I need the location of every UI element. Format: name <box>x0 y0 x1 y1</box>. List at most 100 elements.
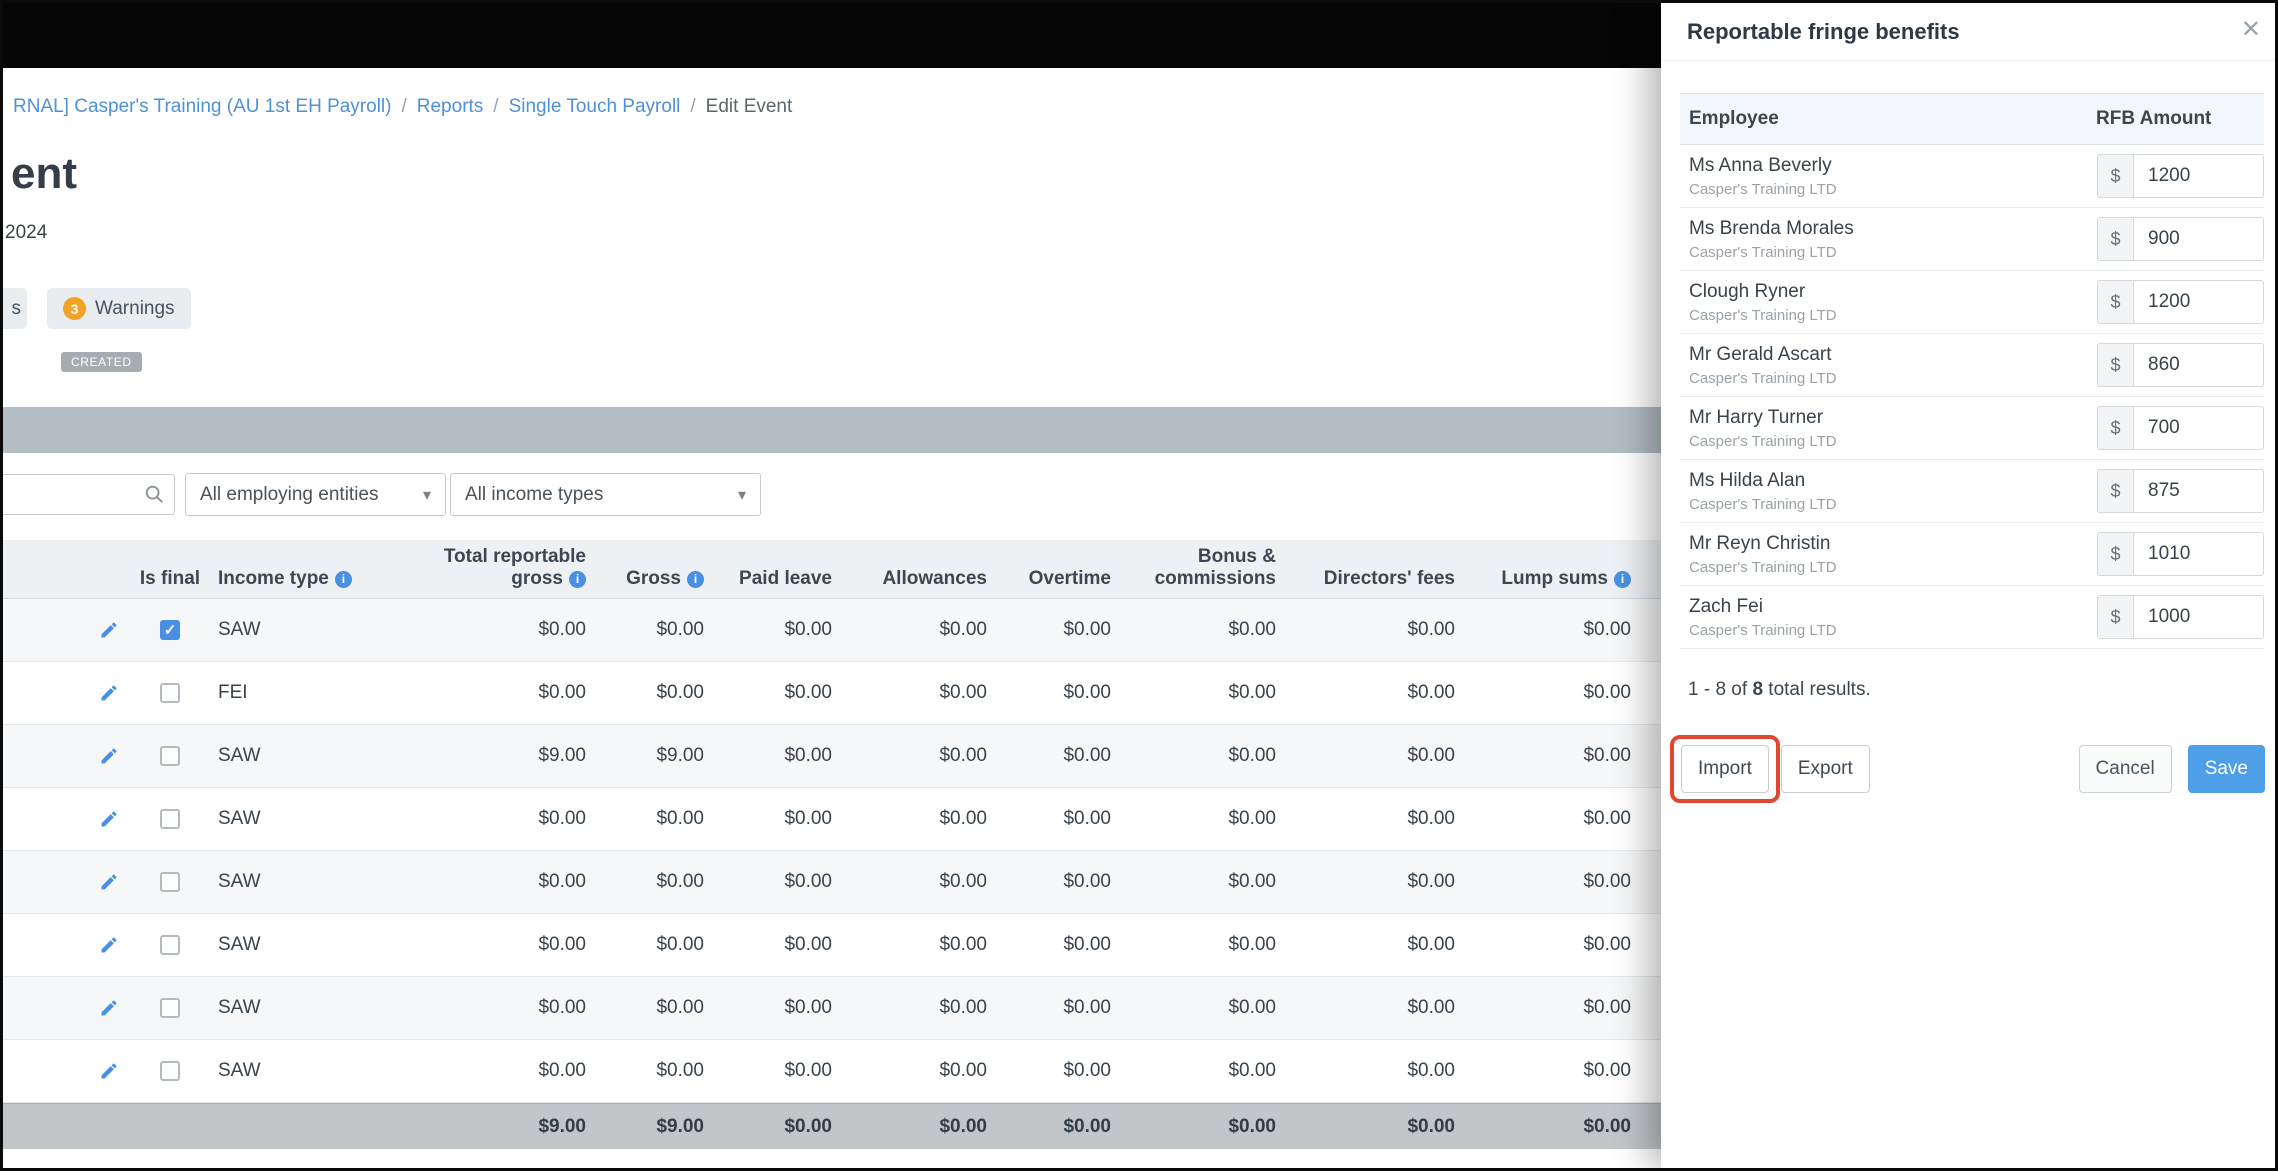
edit-row-button[interactable] <box>95 742 123 770</box>
export-button[interactable]: Export <box>1780 745 1870 793</box>
modal-header: Reportable fringe benefits ✕ <box>1661 3 2275 61</box>
income-type-cell: SAW <box>218 619 261 640</box>
rfb-amount-input[interactable] <box>2133 406 2264 450</box>
rfb-row: Ms Brenda Morales Casper's Training LTD … <box>1680 208 2264 271</box>
income-type-filter-select[interactable]: All income types ▾ <box>450 473 761 516</box>
is-final-checkbox[interactable] <box>160 998 180 1018</box>
pencil-icon <box>101 622 117 638</box>
income-type-cell: SAW <box>218 871 261 892</box>
close-button[interactable]: ✕ <box>2241 15 2261 44</box>
rfb-amount-input[interactable] <box>2133 343 2264 387</box>
rfb-amount-input[interactable] <box>2133 532 2264 576</box>
rfb-amount-input[interactable] <box>2133 217 2264 261</box>
amount-cell: $0.00 <box>939 619 987 640</box>
tab-partial[interactable]: s <box>3 288 27 329</box>
rfb-amount-group: $ <box>2097 154 2264 198</box>
amount-cell: $0.00 <box>1063 997 1111 1018</box>
employee-company: Casper's Training LTD <box>1689 621 1837 639</box>
chevron-down-icon: ▾ <box>422 486 431 504</box>
amount-cell: $0.00 <box>656 871 704 892</box>
currency-prefix: $ <box>2097 343 2133 387</box>
amount-cell: $0.00 <box>1228 997 1276 1018</box>
total-cell: $0.00 <box>1407 1115 1455 1137</box>
edit-row-button[interactable] <box>95 994 123 1022</box>
col-header-income-type: Income type i <box>206 568 395 598</box>
is-final-checkbox[interactable] <box>160 683 180 703</box>
results-count: 8 <box>1752 679 1764 700</box>
currency-prefix: $ <box>2097 217 2133 261</box>
rfb-amount-input[interactable] <box>2133 469 2264 513</box>
breadcrumb-separator: / <box>493 96 499 117</box>
rfb-row: Mr Harry Turner Casper's Training LTD $ <box>1680 397 2264 460</box>
edit-row-button[interactable] <box>95 616 123 644</box>
col-header-overtime: Overtime <box>1028 567 1111 589</box>
is-final-checkbox[interactable] <box>160 872 180 892</box>
cancel-button[interactable]: Cancel <box>2078 745 2172 793</box>
rfb-amount-input[interactable] <box>2133 595 2264 639</box>
breadcrumb: RNAL] Casper's Training (AU 1st EH Payro… <box>13 96 792 118</box>
info-icon[interactable]: i <box>687 570 704 588</box>
amount-cell: $9.00 <box>656 745 704 766</box>
rfb-amount-input[interactable] <box>2133 154 2264 198</box>
amount-cell: $0.00 <box>538 682 586 703</box>
edit-row-button[interactable] <box>95 805 123 833</box>
is-final-checkbox[interactable] <box>160 935 180 955</box>
employee-name: Ms Anna Beverly <box>1689 154 1832 176</box>
pencil-icon <box>101 1063 117 1079</box>
col-header-bonus-commissions: Bonus & commissions <box>1154 546 1276 589</box>
amount-cell: $0.00 <box>1228 745 1276 766</box>
employee-company: Casper's Training LTD <box>1689 180 1837 198</box>
is-final-checkbox[interactable] <box>160 1061 180 1081</box>
amount-cell: $0.00 <box>1063 619 1111 640</box>
amount-cell: $0.00 <box>1407 682 1455 703</box>
amount-cell: $0.00 <box>1407 934 1455 955</box>
rfb-row: Ms Hilda Alan Casper's Training LTD $ <box>1680 460 2264 523</box>
amount-cell: $0.00 <box>656 997 704 1018</box>
stp-event-table: Is final Income type i Total reportable g… <box>3 540 1703 1149</box>
amount-cell: $0.00 <box>538 808 586 829</box>
rfb-amount-group: $ <box>2097 532 2264 576</box>
amount-cell: $0.00 <box>784 934 832 955</box>
rfb-amount-group: $ <box>2097 343 2264 387</box>
table-row: SAW $0.00 $0.00 $0.00 $0.00 $0.00 $0.00 … <box>3 851 1703 914</box>
breadcrumb-link-training[interactable]: RNAL] Casper's Training (AU 1st EH Payro… <box>13 96 391 118</box>
amount-cell: $0.00 <box>784 1060 832 1081</box>
page-title: ent <box>11 149 77 198</box>
table-row: SAW $0.00 $0.00 $0.00 $0.00 $0.00 $0.00 … <box>3 788 1703 851</box>
amount-cell: $0.00 <box>1407 745 1455 766</box>
pencil-icon <box>101 874 117 890</box>
edit-row-button[interactable] <box>95 931 123 959</box>
import-button[interactable]: Import <box>1681 745 1769 793</box>
app-screen: RNAL] Casper's Training (AU 1st EH Payro… <box>0 0 2278 1171</box>
total-cell: $0.00 <box>1063 1115 1111 1137</box>
currency-prefix: $ <box>2097 469 2133 513</box>
employee-name: Mr Harry Turner <box>1689 406 1824 428</box>
breadcrumb-current: Edit Event <box>705 96 793 117</box>
edit-row-button[interactable] <box>95 1057 123 1085</box>
pencil-icon <box>101 1000 117 1016</box>
is-final-checkbox[interactable] <box>160 809 180 829</box>
edit-row-button[interactable] <box>95 679 123 707</box>
table-row: SAW $9.00 $9.00 $0.00 $0.00 $0.00 $0.00 … <box>3 725 1703 788</box>
save-button[interactable]: Save <box>2187 745 2265 793</box>
info-icon[interactable]: i <box>1614 570 1631 588</box>
amount-cell: $0.00 <box>1063 934 1111 955</box>
info-icon[interactable]: i <box>334 570 352 588</box>
rfb-row: Clough Ryner Casper's Training LTD $ <box>1680 271 2264 334</box>
edit-row-button[interactable] <box>95 868 123 896</box>
entity-filter-select[interactable]: All employing entities ▾ <box>185 473 446 516</box>
breadcrumb-link-stp[interactable]: Single Touch Payroll <box>509 96 681 118</box>
amount-cell: $0.00 <box>784 619 832 640</box>
table-row: SAW $0.00 $0.00 $0.00 $0.00 $0.00 $0.00 … <box>3 1040 1703 1103</box>
breadcrumb-link-reports[interactable]: Reports <box>417 96 484 118</box>
tab-warnings[interactable]: 3 Warnings <box>47 288 191 329</box>
amount-cell: $0.00 <box>1228 808 1276 829</box>
info-icon[interactable]: i <box>569 570 586 588</box>
is-final-checkbox[interactable] <box>160 620 180 640</box>
is-final-checkbox[interactable] <box>160 746 180 766</box>
table-row: SAW $0.00 $0.00 $0.00 $0.00 $0.00 $0.00 … <box>3 599 1703 662</box>
rfb-amount-input[interactable] <box>2133 280 2264 324</box>
amount-cell: $0.00 <box>656 1060 704 1081</box>
chevron-down-icon: ▾ <box>737 486 746 504</box>
col-header-total-reportable-gross: Total reportable gross i <box>443 546 586 589</box>
